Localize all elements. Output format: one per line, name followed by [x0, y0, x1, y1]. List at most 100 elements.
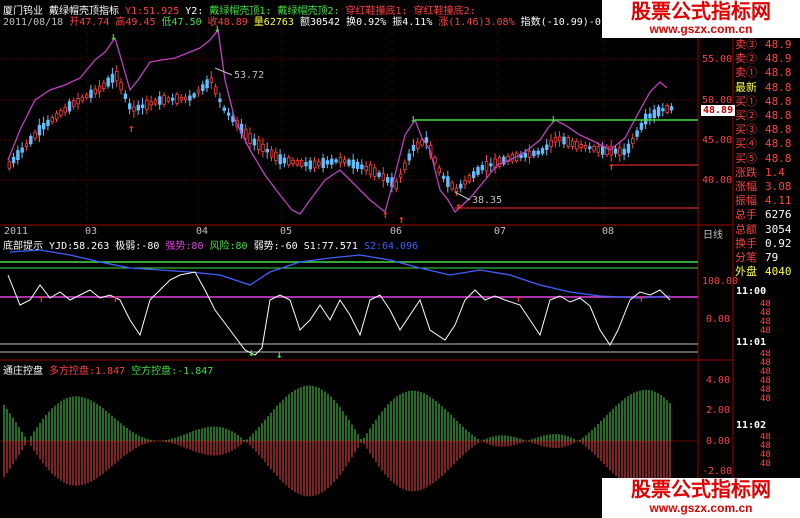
- quote-row-label: 涨跌: [735, 165, 757, 179]
- candle-body: [476, 167, 480, 175]
- candle-body: [192, 93, 196, 98]
- candle-body: [588, 146, 592, 150]
- quote-row-value: 4040: [765, 265, 792, 279]
- candle-body: [373, 167, 377, 177]
- svg-text:↑: ↑: [112, 292, 119, 305]
- quote-row-label: 振幅: [735, 194, 757, 208]
- quote-row-label: 买④: [735, 137, 757, 151]
- month-08: 08: [602, 226, 615, 237]
- candle-body: [420, 139, 424, 146]
- svg-text:↑: ↑: [398, 213, 405, 226]
- candle-body: [132, 106, 136, 112]
- quote-row-label: 总额: [735, 222, 757, 236]
- candle-body: [291, 159, 295, 165]
- p2-tick-0: 0.00: [706, 314, 731, 325]
- candle-body: [16, 150, 20, 160]
- svg-text:↑: ↑: [515, 292, 522, 305]
- candle-body: [527, 150, 532, 158]
- candle-body: [261, 143, 265, 152]
- quote-row-value: 6276: [765, 208, 792, 222]
- quote-row-value: 48.8: [765, 66, 792, 80]
- candle-body: [76, 98, 80, 105]
- month-07: 07: [494, 226, 507, 237]
- panel3-bear: 空方控盘:-1.847: [131, 366, 214, 377]
- candle-body: [523, 152, 527, 158]
- watermark-url: www.gszx.com.cn: [649, 22, 753, 36]
- candle-body: [226, 112, 231, 116]
- candle-body: [665, 104, 669, 114]
- watermark-top: 股票公式指标网 www.gszx.com.cn: [602, 0, 800, 38]
- candle-body: [618, 147, 622, 156]
- high-annotation: 53.72: [234, 70, 265, 81]
- header-row-2: 2011/08/18 开47.74 高49.45 低47.50 收48.89 量…: [3, 13, 625, 28]
- candle-body: [97, 85, 102, 93]
- svg-text:↓: ↓: [110, 30, 117, 43]
- panel2-qs: 强势:80: [165, 241, 204, 252]
- quote-open: 开47.74: [69, 17, 110, 28]
- candle-body: [334, 159, 338, 163]
- candle-body: [639, 122, 644, 130]
- quote-sidebar: 卖③ 48.9 卖② 48.9 卖① 48.8 最新 48.8 买① 48.8 买② 48.8 买③ 48…: [735, 38, 792, 279]
- quote-row-label: 买③: [735, 123, 757, 137]
- candle-body: [102, 82, 106, 89]
- panel2-rs: 弱势:-60: [253, 241, 298, 252]
- time-1102: 11:02: [736, 420, 767, 431]
- quote-row-value: 48.8: [765, 94, 792, 108]
- month-06: 06: [390, 226, 403, 237]
- quote-row: 振幅 4.11: [735, 194, 792, 208]
- candle-body: [136, 104, 140, 111]
- candle-body: [188, 95, 192, 101]
- candle-body: [295, 160, 300, 166]
- candle-body: [59, 110, 63, 116]
- candle-body: [644, 113, 648, 125]
- candle-body: [321, 158, 325, 168]
- panel3-title: 通庄控盘: [3, 366, 43, 377]
- candle-body: [248, 133, 252, 144]
- candle-body: [437, 167, 441, 174]
- candle-body: [480, 165, 484, 171]
- svg-text:↑: ↑: [455, 200, 462, 213]
- candle-body: [575, 140, 579, 150]
- candle-body: [274, 151, 278, 161]
- month-04: 04: [196, 226, 209, 237]
- candle-body: [145, 99, 149, 110]
- svg-text:↑: ↑: [38, 292, 45, 305]
- candle-body: [558, 136, 562, 142]
- quote-row: 买⑤ 48.8: [735, 152, 792, 166]
- watermark-bottom: 股票公式指标网 www.gszx.com.cn: [602, 478, 800, 518]
- candle-body: [304, 161, 308, 167]
- watermark-title-2: 股票公式指标网: [631, 477, 771, 501]
- candle-body: [562, 136, 566, 145]
- svg-text:↓: ↓: [276, 348, 283, 361]
- quote-row-label: 卖①: [735, 66, 757, 80]
- candle-body: [123, 93, 128, 99]
- candle-body: [269, 149, 274, 158]
- candle-body: [42, 122, 46, 130]
- watermark-url-2: www.gszx.com.cn: [649, 501, 753, 515]
- low-annotation: 38.35: [472, 195, 503, 206]
- candle-body: [166, 97, 171, 102]
- candle-body: [80, 96, 85, 101]
- candle-body: [153, 99, 158, 105]
- quote-row-value: 4.11: [765, 194, 792, 208]
- period-label[interactable]: 日线: [703, 226, 723, 241]
- candle-body: [46, 119, 50, 126]
- candle-body: [330, 158, 334, 165]
- quote-row: 卖① 48.8: [735, 66, 792, 80]
- candle-body: [205, 79, 209, 89]
- candle-body: [317, 161, 321, 166]
- candle-body: [661, 108, 665, 112]
- candle-body: [489, 163, 493, 167]
- candle-body: [635, 130, 639, 137]
- quote-row-label: 买①: [735, 94, 757, 108]
- p3-tick-neg2: -2.00: [702, 466, 733, 477]
- p1-tick-45: 45.00: [702, 135, 733, 146]
- month-2011: 2011: [4, 226, 29, 237]
- quote-row-value: 48.8: [765, 123, 792, 137]
- quote-row-value: 48.8: [765, 151, 792, 165]
- p3-tick-0: 0.00: [706, 436, 731, 447]
- stock-chart-canvas[interactable]: ↓ ↓ ↓ ↓ ↑ ↑ ↑ ↑ ↑ ↓ ↓ ↑ ↑ ↑ ↑: [0, 0, 800, 518]
- quote-row-value: 48.9: [765, 38, 792, 51]
- candle-body: [540, 148, 545, 154]
- panel2-s1: S1:77.571: [303, 241, 358, 252]
